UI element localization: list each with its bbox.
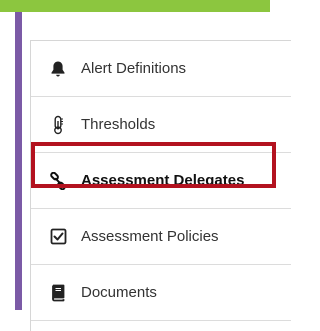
- left-accent-stripe: [15, 12, 22, 310]
- link-icon: [49, 171, 67, 190]
- book-icon: [49, 284, 67, 302]
- sidebar-item-thresholds[interactable]: Thresholds: [31, 97, 291, 153]
- sidebar-item-alert-definitions[interactable]: Alert Definitions: [31, 41, 291, 97]
- thermometer-icon: [49, 115, 67, 134]
- sidebar-menu: Alert Definitions Thresholds Assessment …: [30, 40, 291, 331]
- sidebar-item-assessment-policies[interactable]: Assessment Policies: [31, 209, 291, 265]
- sidebar-item-label: Assessment Delegates: [81, 172, 245, 189]
- left-gutter: [22, 12, 30, 310]
- sidebar-item-assessment-delegates[interactable]: Assessment Delegates: [31, 153, 291, 209]
- checkbox-icon: [49, 228, 67, 246]
- top-accent-bar: [0, 0, 270, 12]
- sidebar-item-label: Alert Definitions: [81, 60, 187, 77]
- sidebar-item-label: Documents: [81, 284, 157, 301]
- bell-icon: [49, 60, 67, 78]
- sidebar-item-documents[interactable]: Documents: [31, 265, 291, 321]
- sidebar-item-label: Assessment Policies: [81, 228, 219, 245]
- sidebar-item-label: Thresholds: [81, 116, 156, 133]
